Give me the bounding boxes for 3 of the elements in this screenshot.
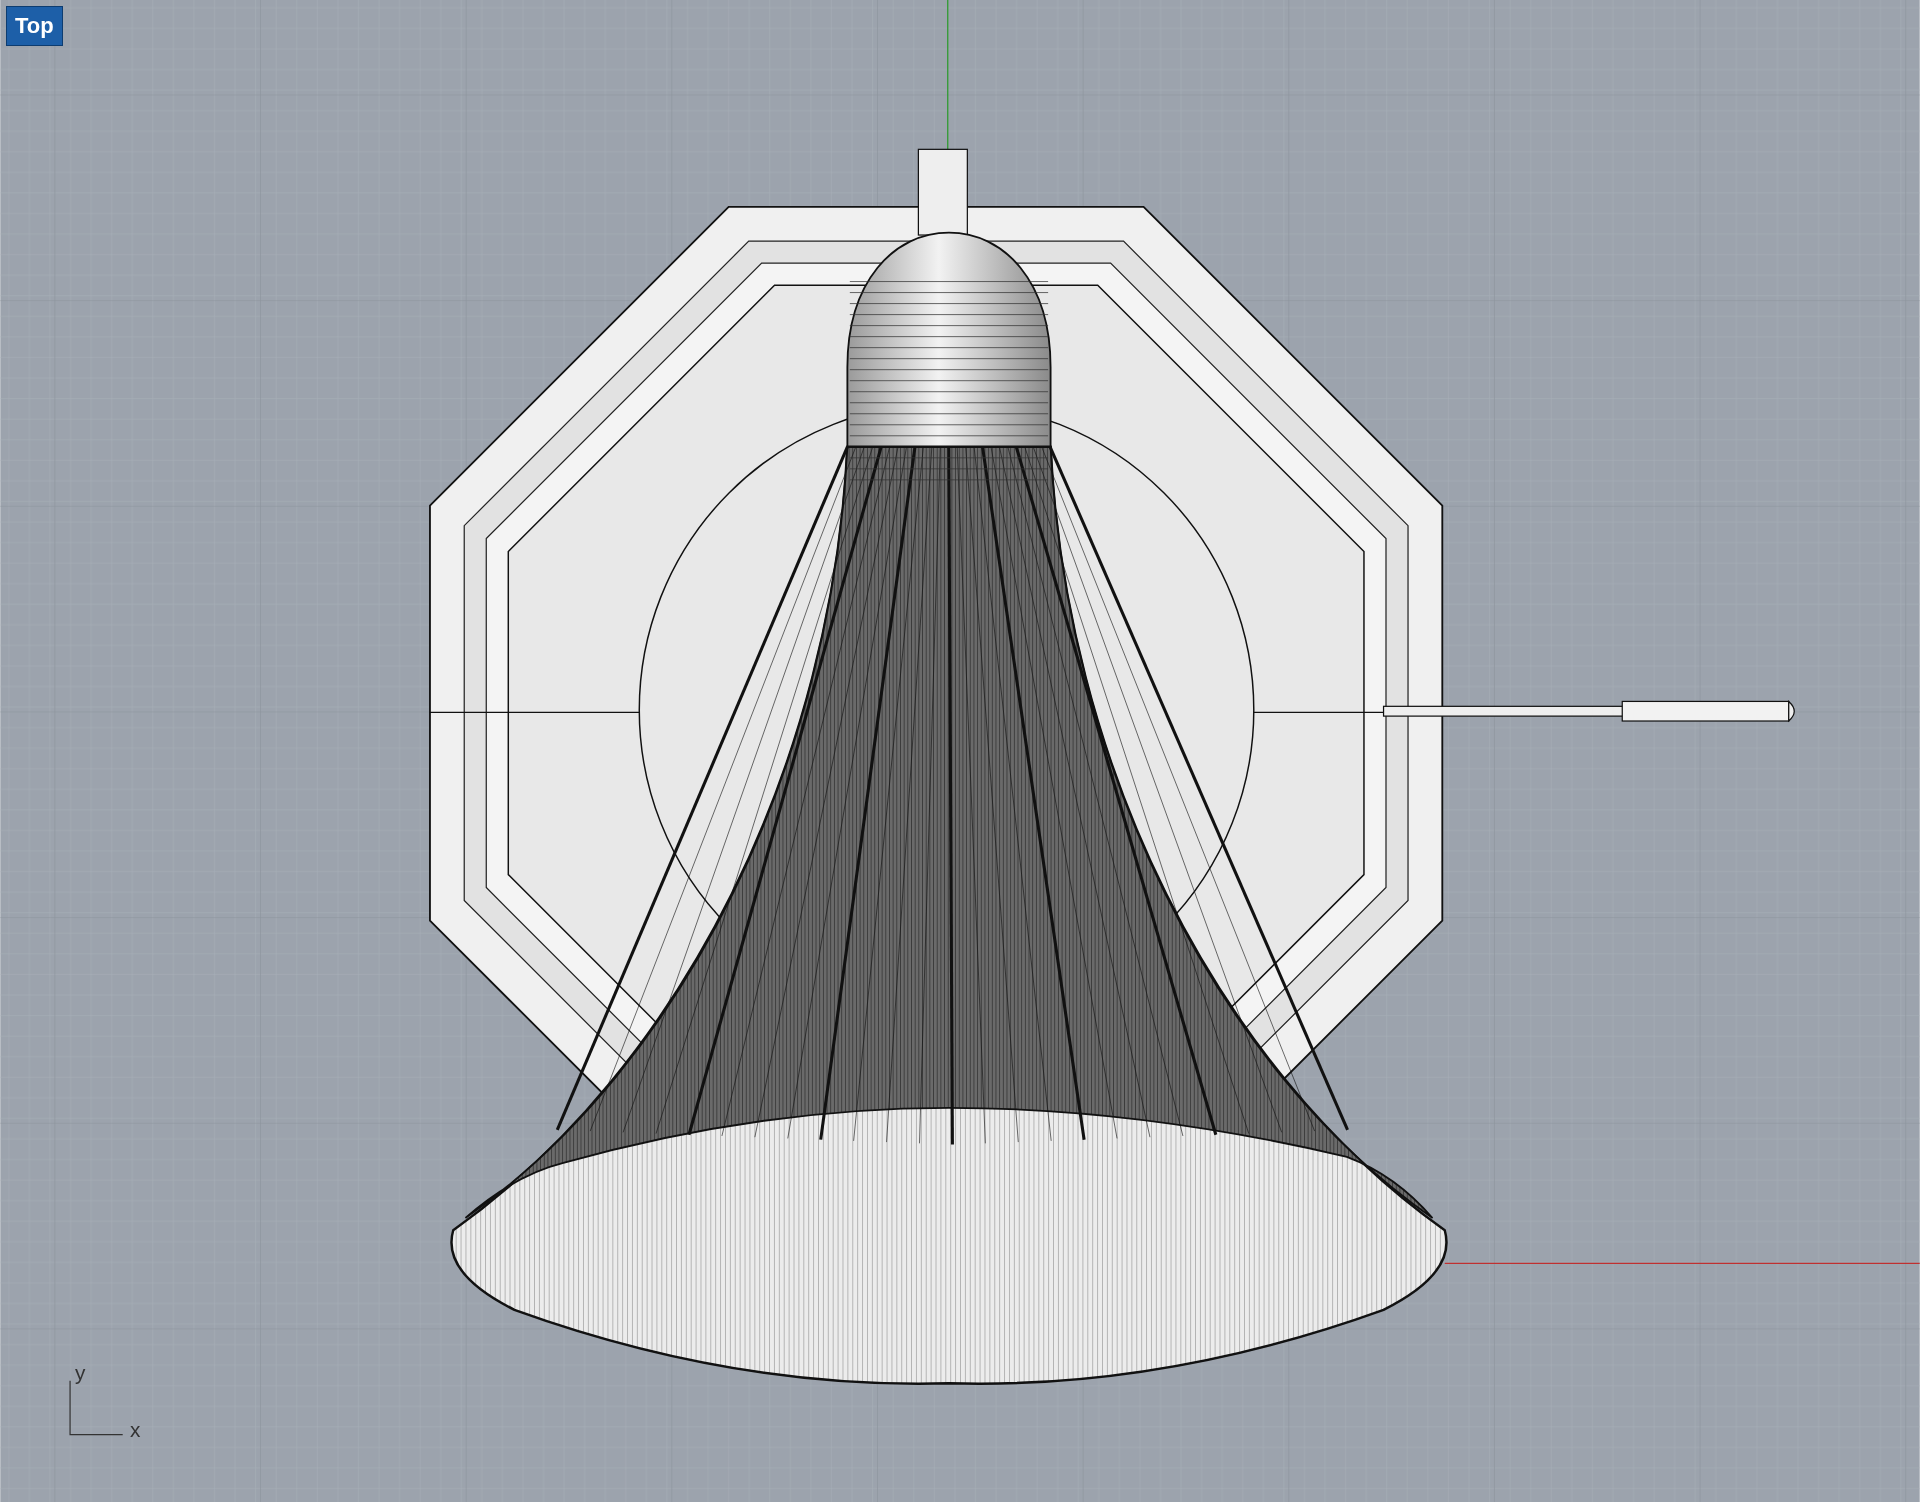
viewport-title[interactable]: Top — [6, 6, 63, 46]
y-axis-label: y — [74, 1360, 86, 1384]
x-axis-label: x — [130, 1418, 141, 1442]
